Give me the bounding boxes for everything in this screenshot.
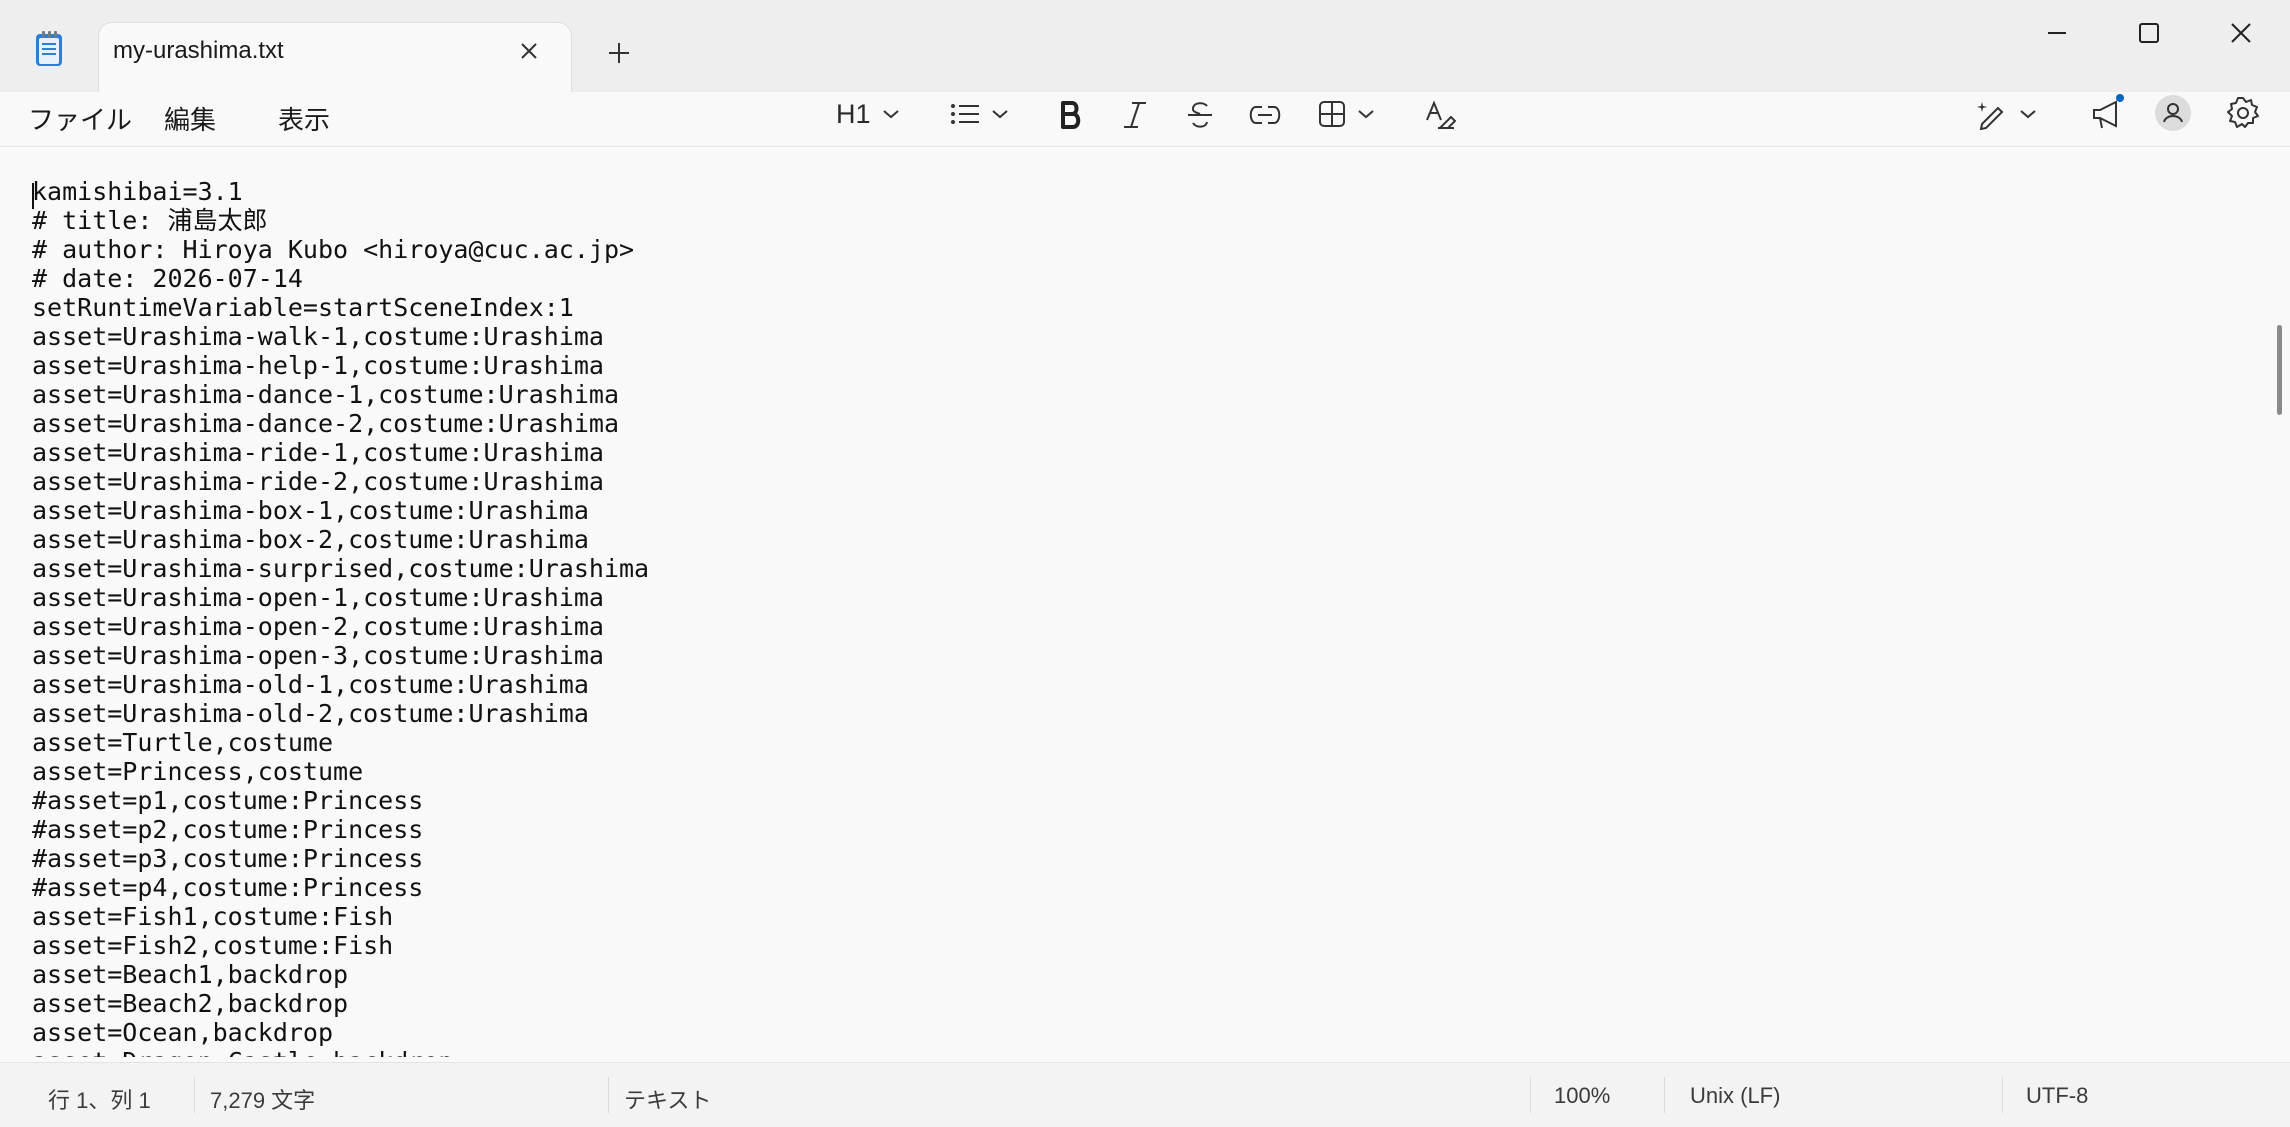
chevron-down-icon bbox=[882, 110, 899, 119]
text-line: setRuntimeVariable=startSceneIndex:1 bbox=[32, 293, 574, 322]
text-line: asset=Urashima-old-1,costume:Urashima bbox=[32, 670, 589, 699]
text-line: # title: 浦島太郎 bbox=[32, 206, 268, 235]
megaphone-icon[interactable] bbox=[2090, 92, 2126, 132]
divider bbox=[1664, 1077, 1665, 1113]
text-line: asset=Urashima-walk-1,costume:Urashima bbox=[32, 322, 604, 351]
table-icon bbox=[1319, 101, 1345, 127]
gear-icon[interactable] bbox=[2226, 96, 2260, 130]
text-line: #asset=p4,costume:Princess bbox=[32, 873, 424, 902]
copilot-pen-icon bbox=[1977, 102, 2004, 130]
bold-icon[interactable] bbox=[1058, 100, 1084, 130]
text-line: asset=Urashima-ride-2,costume:Urashima bbox=[32, 467, 604, 496]
chevron-down-icon bbox=[2020, 110, 2036, 119]
menu-file[interactable]: ファイル bbox=[28, 100, 132, 137]
plus-icon[interactable] bbox=[604, 38, 634, 68]
text-line: asset=Princess,costume bbox=[32, 757, 364, 786]
divider bbox=[1530, 1077, 1531, 1113]
document-tab[interactable]: my-urashima.txt bbox=[98, 22, 572, 94]
strikethrough-icon[interactable] bbox=[1186, 100, 1214, 130]
text-line: kamishibai=3.1 bbox=[32, 177, 243, 206]
status-bar: 行 1、列 1 7,279 文字 テキスト 100% Unix (LF) UTF… bbox=[0, 1062, 2290, 1127]
text-line: asset=Urashima-open-2,costume:Urashima bbox=[32, 612, 604, 641]
divider bbox=[2002, 1077, 2003, 1113]
format-mode[interactable]: テキスト bbox=[624, 1083, 711, 1115]
account-icon[interactable] bbox=[2154, 94, 2192, 132]
char-count: 7,279 文字 bbox=[210, 1088, 316, 1113]
text-line: asset=Urashima-box-2,costume:Urashima bbox=[32, 525, 589, 554]
text-line: asset=Ocean,backdrop bbox=[32, 1018, 334, 1047]
text-line: #asset=p2,costume:Princess bbox=[32, 815, 424, 844]
bulleted-list-icon bbox=[951, 104, 979, 124]
maximize-icon[interactable] bbox=[2134, 18, 2164, 48]
copilot-dropdown[interactable] bbox=[1976, 94, 2036, 134]
cursor-position: 行 1、列 1 bbox=[48, 1088, 151, 1113]
heading-dropdown[interactable]: H1 bbox=[836, 94, 899, 134]
close-icon[interactable] bbox=[2226, 18, 2256, 48]
text-line: asset=Urashima-help-1,costume:Urashima bbox=[32, 351, 604, 380]
text-line: asset=Urashima-old-2,costume:Urashima bbox=[32, 699, 589, 728]
notepad-icon bbox=[36, 31, 62, 66]
text-line: asset=Urashima-dance-1,costume:Urashima bbox=[32, 380, 619, 409]
link-icon[interactable] bbox=[1248, 104, 1282, 126]
text-line: asset=Urashima-open-1,costume:Urashima bbox=[32, 583, 604, 612]
text-editor[interactable]: kamishibai=3.1 # title: 浦島太郎 # author: Hir… bbox=[0, 146, 2290, 1063]
text-line: asset=Fish2,costume:Fish bbox=[32, 931, 394, 960]
text-line: asset=Beach1,backdrop bbox=[32, 960, 349, 989]
editor-text-area[interactable]: kamishibai=3.1 # title: 浦島太郎 # author: Hir… bbox=[32, 177, 2232, 1057]
text-line: asset=Urashima-surprised,costume:Urashim… bbox=[32, 554, 650, 583]
zoom-level[interactable]: 100% bbox=[1554, 1083, 1610, 1109]
list-dropdown[interactable] bbox=[950, 94, 1008, 134]
text-line: asset=Fish1,costume:Fish bbox=[32, 902, 394, 931]
italic-icon[interactable] bbox=[1122, 100, 1148, 130]
vertical-scrollbar[interactable] bbox=[2277, 325, 2282, 415]
text-line: asset=Beach2,backdrop bbox=[32, 989, 349, 1018]
tab-title: my-urashima.txt bbox=[113, 37, 284, 64]
text-line: asset=Dragon-Castle,backdrop bbox=[32, 1047, 2232, 1057]
text-line: #asset=p3,costume:Princess bbox=[32, 844, 424, 873]
chevron-down-icon bbox=[1358, 110, 1374, 119]
menu-bar: ファイル 編集 表示 H1 bbox=[0, 92, 2290, 146]
clear-formatting-icon[interactable] bbox=[1424, 100, 1456, 132]
text-line: asset=Turtle,costume bbox=[32, 728, 334, 757]
text-line: # author: Hiroya Kubo <hiroya@cuc.ac.jp> bbox=[32, 235, 635, 264]
minimize-icon[interactable] bbox=[2042, 18, 2072, 48]
encoding[interactable]: UTF-8 bbox=[2026, 1083, 2088, 1109]
text-line: #asset=p1,costume:Princess bbox=[32, 786, 424, 815]
divider bbox=[608, 1077, 609, 1113]
text-line: # date: 2026-07-14 bbox=[32, 264, 303, 293]
text-line: asset=Urashima-dance-2,costume:Urashima bbox=[32, 409, 619, 438]
heading-label: H1 bbox=[836, 98, 871, 129]
text-line: asset=Urashima-ride-1,costume:Urashima bbox=[32, 438, 604, 467]
text-line: asset=Urashima-open-3,costume:Urashima bbox=[32, 641, 604, 670]
menu-edit[interactable]: 編集 bbox=[164, 100, 216, 137]
text-line: asset=Urashima-box-1,costume:Urashima bbox=[32, 496, 589, 525]
text-caret bbox=[32, 183, 34, 209]
table-dropdown[interactable] bbox=[1318, 94, 1374, 134]
menu-view[interactable]: 表示 bbox=[278, 100, 330, 137]
divider bbox=[194, 1077, 195, 1113]
line-ending[interactable]: Unix (LF) bbox=[1690, 1083, 1780, 1109]
title-bar: my-urashima.txt bbox=[0, 0, 2290, 94]
close-icon[interactable] bbox=[517, 39, 541, 63]
chevron-down-icon bbox=[992, 110, 1008, 119]
